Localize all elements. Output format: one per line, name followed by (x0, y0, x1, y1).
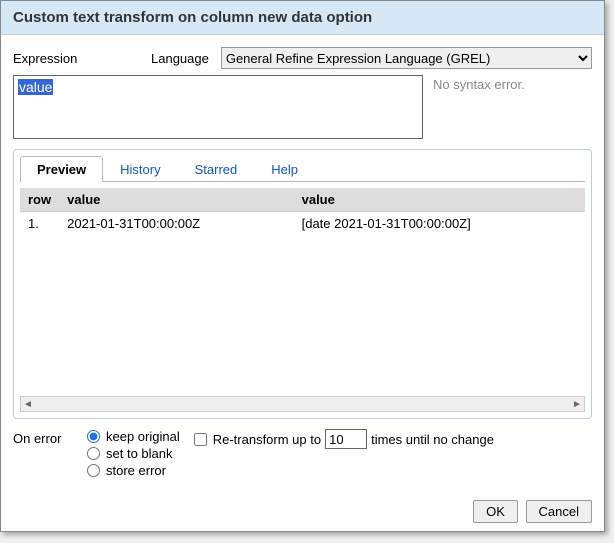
radio-set-blank-text: set to blank (106, 446, 173, 461)
preview-scroll[interactable]: row value value 1. 2021-01-31T00:00:00Z … (20, 188, 585, 392)
dialog-title: Custom text transform on column new data… (1, 1, 604, 35)
tab-history[interactable]: History (103, 156, 177, 182)
syntax-status: No syntax error. (433, 75, 525, 139)
preview-table: row value value 1. 2021-01-31T00:00:00Z … (20, 188, 585, 235)
scroll-left-icon[interactable]: ◄ (21, 397, 35, 411)
ok-button[interactable]: OK (473, 500, 518, 523)
retransform-suffix: times until no change (371, 432, 494, 447)
expression-header-row: Expression Language General Refine Expre… (13, 47, 592, 69)
tab-help[interactable]: Help (254, 156, 315, 182)
tabs-container: Preview History Starred Help row value v… (13, 149, 592, 419)
expression-textarea[interactable]: value (13, 75, 423, 139)
dialog-body: Expression Language General Refine Expre… (1, 35, 604, 492)
radio-keep-original[interactable] (87, 430, 100, 443)
header-value-in: value (59, 188, 293, 212)
language-select[interactable]: General Refine Expression Language (GREL… (221, 47, 592, 69)
on-error-label: On error (13, 429, 73, 446)
dialog-footer: OK Cancel (1, 492, 604, 531)
cell-value-in: 2021-01-31T00:00:00Z (59, 212, 293, 236)
radio-store-error-label[interactable]: store error (87, 463, 180, 478)
tab-preview[interactable]: Preview (20, 156, 103, 182)
radio-keep-original-label[interactable]: keep original (87, 429, 180, 444)
preview-panel: row value value 1. 2021-01-31T00:00:00Z … (14, 182, 591, 418)
tab-starred[interactable]: Starred (178, 156, 255, 182)
retransform-prefix: Re-transform up to (213, 432, 321, 447)
scroll-right-icon[interactable]: ► (570, 397, 584, 411)
transform-dialog: Custom text transform on column new data… (0, 0, 605, 532)
preview-header-row: row value value (20, 188, 585, 212)
radio-set-blank[interactable] (87, 447, 100, 460)
radio-keep-original-text: keep original (106, 429, 180, 444)
header-value-out: value (294, 188, 585, 212)
horizontal-scrollbar[interactable]: ◄ ► (20, 396, 585, 412)
expression-label: Expression (13, 51, 143, 66)
retransform-count-input[interactable] (325, 429, 367, 449)
tab-strip: Preview History Starred Help (14, 150, 591, 182)
language-label: Language (151, 51, 209, 66)
on-error-row: On error keep original set to blank stor… (13, 429, 592, 480)
radio-store-error-text: store error (106, 463, 166, 478)
retransform-checkbox[interactable] (194, 433, 207, 446)
radio-store-error[interactable] (87, 464, 100, 477)
cancel-button[interactable]: Cancel (526, 500, 592, 523)
table-row: 1. 2021-01-31T00:00:00Z [date 2021-01-31… (20, 212, 585, 236)
header-row: row (20, 188, 59, 212)
cell-row-index: 1. (20, 212, 59, 236)
on-error-radio-group: keep original set to blank store error (87, 429, 180, 480)
cell-value-out: [date 2021-01-31T00:00:00Z] (294, 212, 585, 236)
expression-row: value No syntax error. (13, 75, 592, 139)
radio-set-blank-label[interactable]: set to blank (87, 446, 180, 461)
retransform-group: Re-transform up to times until no change (194, 429, 494, 449)
